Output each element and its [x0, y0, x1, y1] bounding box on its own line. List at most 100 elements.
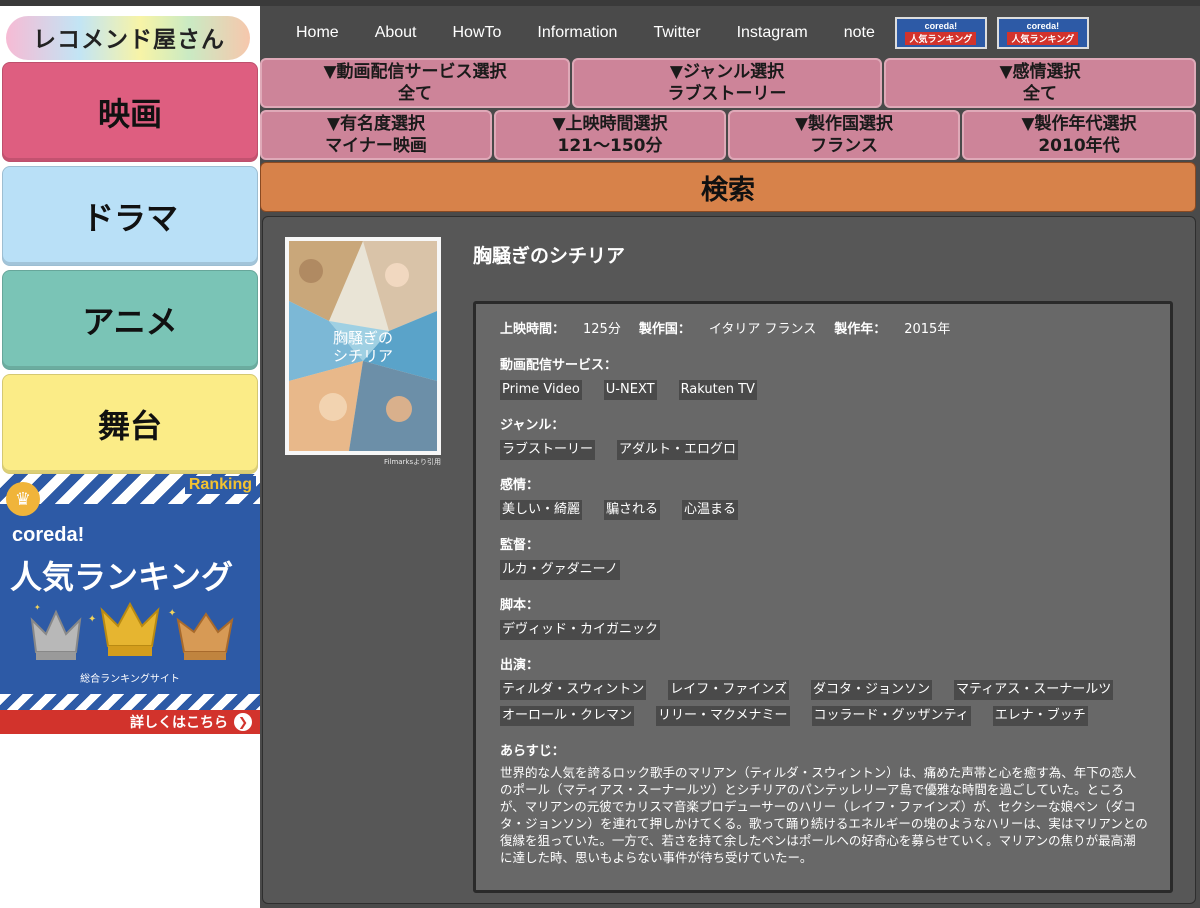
- filter-value: マイナー映画: [325, 136, 427, 156]
- svg-text:✦: ✦: [168, 608, 176, 619]
- site-logo[interactable]: レコメンド屋さん: [0, 10, 258, 64]
- synopsis-text: 世界的な人気を誇るロック歌手のマリアン（ティルダ・スウィントン）は、痛めた声帯と…: [500, 765, 1148, 865]
- filter-value: ラブストーリー: [667, 84, 787, 104]
- year-value: 2015年: [904, 322, 951, 337]
- runtime-value: 125分: [583, 322, 621, 337]
- cast-tag[interactable]: ティルダ・スウィントン: [500, 680, 647, 700]
- badge-brand: coreda!: [1026, 21, 1060, 31]
- director-tags: ルカ・グァダニーノ: [500, 560, 1146, 580]
- badge-brand: coreda!: [924, 21, 958, 31]
- search-button[interactable]: 検索: [260, 162, 1196, 212]
- poster-title-text: 胸騒ぎの: [333, 329, 393, 347]
- streaming-label: 動画配信サービス：: [500, 358, 618, 373]
- ranking-brand: coreda!: [12, 524, 85, 546]
- filter-row-1: ▼動画配信サービス選択 全て ▼ジャンル選択 ラブストーリー ▼感情選択 全て: [260, 58, 1196, 108]
- genre-tags: ラブストーリー アダルト・エログロ: [500, 440, 1146, 460]
- streaming-filter-dropdown[interactable]: ▼動画配信サービス選択 全て: [260, 58, 570, 108]
- ranking-title: 人気ランキング: [10, 558, 234, 596]
- cast-tag[interactable]: ダコタ・ジョンソン: [810, 680, 932, 700]
- nav-about-link[interactable]: About: [375, 24, 417, 42]
- runtime-label: 上映時間：: [500, 322, 566, 337]
- ranking-badge-link[interactable]: coreda! 人気ランキング: [996, 17, 1089, 49]
- emotion-tags: 美しい・綺麗 騙される 心温まる: [500, 500, 1146, 520]
- filter-title: ▼動画配信サービス選択: [323, 61, 507, 82]
- country-filter-dropdown[interactable]: ▼製作国選択 フランス: [728, 110, 960, 160]
- writer-tag[interactable]: デヴィッド・カイガニック: [500, 620, 661, 640]
- svg-text:✦: ✦: [88, 614, 96, 625]
- cast-tag[interactable]: オーロール・クレマン: [500, 706, 635, 726]
- cast-tags: ティルダ・スウィントン レイフ・ファインズ ダコタ・ジョンソン マティアス・スー…: [500, 680, 1146, 726]
- nav-information-link[interactable]: Information: [537, 24, 617, 42]
- cast-tag[interactable]: エレナ・ブッチ: [992, 706, 1088, 726]
- logo-text: レコメンド屋さん: [33, 27, 225, 53]
- poster-title-text: シチリア: [333, 347, 393, 365]
- filter-row-2: ▼有名度選択 マイナー映画 ▼上映時間選択 121〜150分 ▼製作国選択 フラ…: [260, 110, 1196, 160]
- nav-instagram-link[interactable]: Instagram: [737, 24, 808, 42]
- cast-tag[interactable]: コッラード・グッザンティ: [811, 706, 971, 726]
- genre-filter-dropdown[interactable]: ▼ジャンル選択 ラブストーリー: [572, 58, 882, 108]
- category-anime-button[interactable]: アニメ: [2, 270, 258, 370]
- movie-detail-panel: 胸騒ぎの シチリア Filmarksより引用 胸騒ぎのシチリア 上映時間： 12…: [262, 216, 1196, 904]
- filter-value: 全て: [1023, 84, 1057, 104]
- svg-text:✦: ✦: [34, 603, 41, 612]
- filter-title: ▼感情選択: [999, 61, 1081, 82]
- year-label: 製作年：: [834, 322, 887, 337]
- nav-note-link[interactable]: note: [844, 24, 875, 42]
- movie-poster[interactable]: 胸騒ぎの シチリア: [285, 237, 441, 455]
- writer-label: 脚本：: [500, 598, 540, 613]
- ranking-more-link[interactable]: 詳しくはこちら ❯: [0, 710, 260, 734]
- emotion-filter-dropdown[interactable]: ▼感情選択 全て: [884, 58, 1196, 108]
- category-label: アニメ: [82, 303, 178, 341]
- genre-tag[interactable]: アダルト・エログロ: [617, 440, 739, 460]
- movie-info-box: 上映時間： 125分 製作国： イタリア フランス 製作年： 2015年 動画配…: [473, 301, 1173, 893]
- nav-home-link[interactable]: Home: [296, 24, 339, 42]
- popularity-filter-dropdown[interactable]: ▼有名度選択 マイナー映画: [260, 110, 492, 160]
- emotion-tag[interactable]: 美しい・綺麗: [500, 500, 583, 520]
- poster-artwork: 胸騒ぎの シチリア: [289, 241, 437, 451]
- movie-title: 胸騒ぎのシチリア: [473, 245, 626, 267]
- filter-value: 121〜150分: [557, 136, 663, 156]
- emotion-tag[interactable]: 心温まる: [682, 500, 739, 520]
- filter-title: ▼有名度選択: [326, 113, 426, 134]
- crowns-illustration: ✦ ✦ ✦: [30, 602, 234, 660]
- emotion-tag[interactable]: 騙される: [604, 500, 661, 520]
- silver-crown-icon: [30, 609, 82, 660]
- banner-bottom-stripes: [0, 694, 260, 710]
- cast-tag[interactable]: レイフ・ファインズ: [668, 680, 789, 700]
- category-label: 舞台: [97, 407, 162, 445]
- arrow-right-icon: ❯: [234, 713, 252, 731]
- ranking-badge-link[interactable]: coreda! 人気ランキング: [894, 17, 987, 49]
- poster-credit: Filmarksより引用: [384, 458, 441, 466]
- filter-value: 全て: [398, 84, 432, 104]
- synopsis-label: あらすじ：: [500, 744, 565, 759]
- badge-label: 人気ランキング: [1007, 32, 1079, 45]
- streaming-tag[interactable]: Rakuten TV: [678, 380, 757, 400]
- category-drama-button[interactable]: ドラマ: [2, 166, 258, 266]
- decade-filter-dropdown[interactable]: ▼製作年代選択 2010年代: [962, 110, 1196, 160]
- nav-twitter-link[interactable]: Twitter: [653, 24, 700, 42]
- bronze-crown-icon: [176, 612, 234, 660]
- streaming-tag[interactable]: U-NEXT: [603, 380, 657, 400]
- crown-icon: ♛: [6, 482, 40, 516]
- runtime-filter-dropdown[interactable]: ▼上映時間選択 121〜150分: [494, 110, 726, 160]
- category-label: ドラマ: [81, 199, 178, 237]
- filter-title: ▼製作年代選択: [1021, 113, 1137, 134]
- search-button-label: 検索: [701, 174, 755, 206]
- streaming-tag[interactable]: Prime Video: [500, 380, 582, 400]
- director-tag[interactable]: ルカ・グァダニーノ: [500, 560, 620, 580]
- genre-tag[interactable]: ラブストーリー: [500, 440, 596, 460]
- cast-label: 出演：: [500, 658, 540, 673]
- cast-tag[interactable]: リリー・マクメナミー: [656, 706, 790, 726]
- country-value: イタリア フランス: [708, 322, 817, 337]
- streaming-tags: Prime Video U-NEXT Rakuten TV: [500, 380, 1146, 400]
- category-movie-button[interactable]: 映画: [2, 62, 258, 162]
- category-stage-button[interactable]: 舞台: [2, 374, 258, 474]
- cast-tag[interactable]: マティアス・スーナールツ: [954, 680, 1114, 700]
- filter-title: ▼上映時間選択: [552, 113, 668, 134]
- badge-label: 人気ランキング: [905, 32, 977, 45]
- ranking-banner[interactable]: Ranking ♛ coreda! 人気ランキング ✦ ✦ ✦ 総合ランキングサ…: [0, 474, 260, 734]
- emotion-label: 感情：: [500, 478, 540, 493]
- nav-howto-link[interactable]: HowTo: [453, 24, 502, 42]
- top-nav: Home About HowTo Information Twitter Ins…: [260, 6, 1200, 60]
- category-label: 映画: [97, 95, 162, 133]
